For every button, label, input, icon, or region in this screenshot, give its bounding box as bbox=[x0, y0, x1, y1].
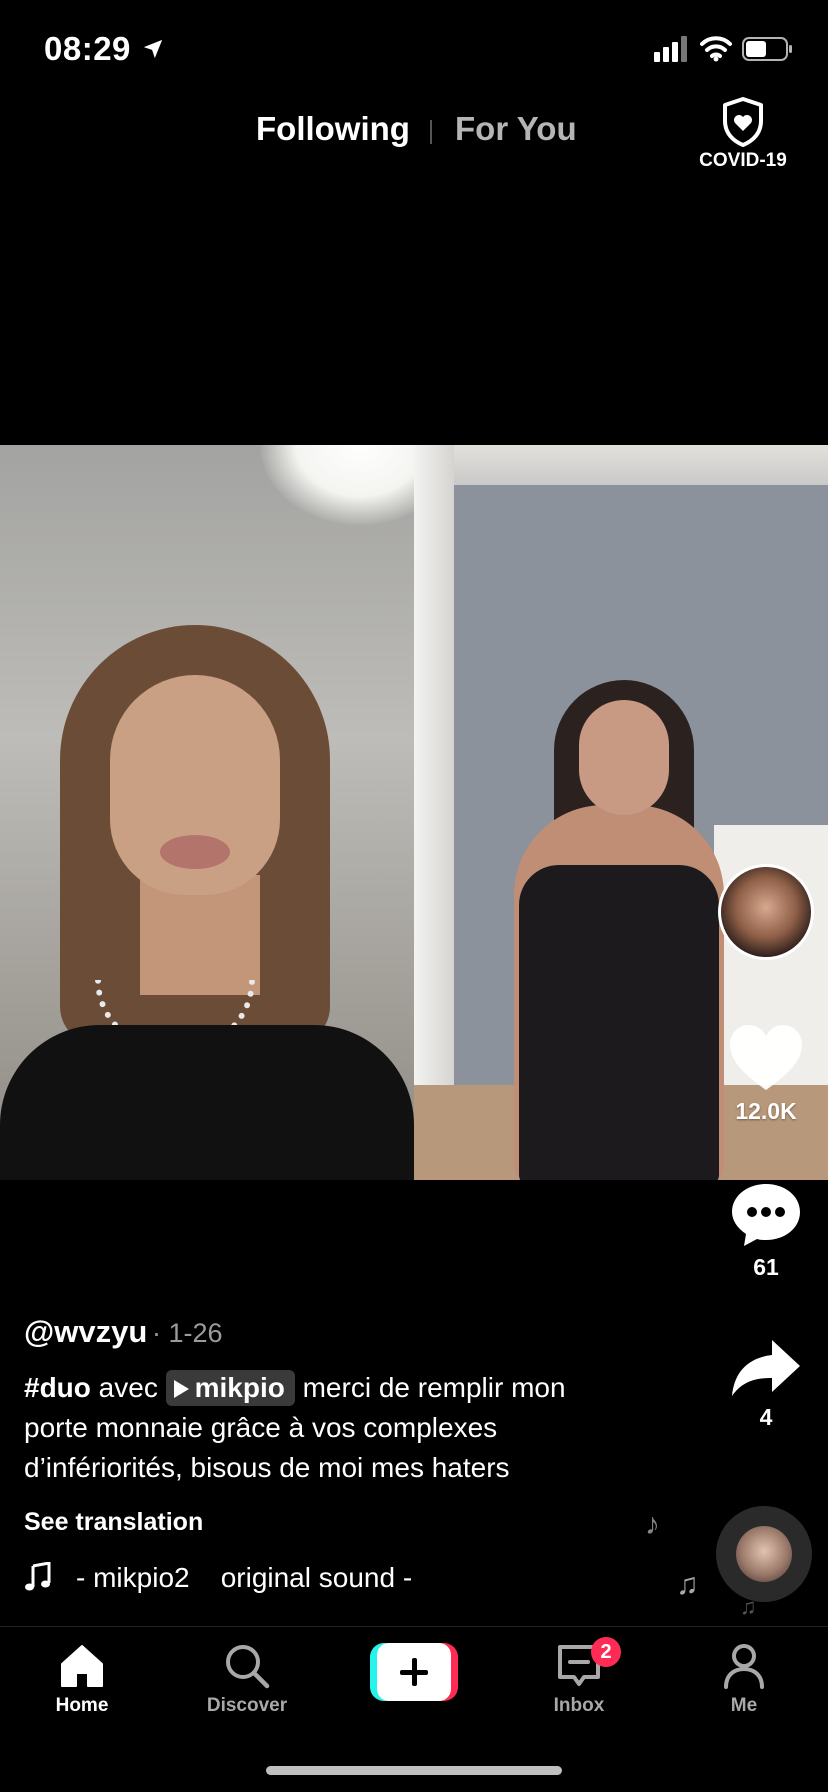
status-time: 08:29 bbox=[44, 30, 131, 67]
shield-heart-icon bbox=[723, 97, 763, 147]
inbox-badge: 2 bbox=[591, 1637, 621, 1667]
play-icon bbox=[173, 1380, 189, 1398]
cellular-signal-icon bbox=[654, 36, 687, 62]
sound-disc[interactable] bbox=[716, 1506, 812, 1602]
nav-inbox[interactable]: 2 Inbox bbox=[519, 1637, 639, 1717]
heart-icon bbox=[730, 1025, 802, 1090]
comment-bubble-icon bbox=[732, 1184, 800, 1246]
floating-note-icon: ♪ bbox=[645, 1508, 660, 1541]
nav-home-label: Home bbox=[55, 1695, 109, 1716]
location-arrow-icon bbox=[143, 39, 163, 59]
see-translation-link[interactable]: See translation bbox=[24, 1508, 203, 1537]
hashtag-link[interactable]: #duo bbox=[24, 1372, 91, 1403]
duet-user-chip[interactable]: mikpio bbox=[165, 1370, 295, 1406]
tab-divider bbox=[430, 120, 432, 144]
search-icon bbox=[226, 1645, 270, 1689]
duet-video[interactable] bbox=[0, 445, 828, 1180]
home-indicator[interactable] bbox=[266, 1766, 562, 1775]
nav-home[interactable]: Home bbox=[22, 1643, 142, 1717]
like-button[interactable]: 12.0K bbox=[718, 1024, 814, 1125]
share-arrow-icon bbox=[732, 1340, 800, 1396]
nav-discover[interactable]: Discover bbox=[187, 1643, 307, 1717]
like-count: 12.0K bbox=[735, 1098, 797, 1124]
author-handle[interactable]: @wvzyu bbox=[24, 1314, 147, 1350]
person-icon bbox=[724, 1644, 764, 1689]
post-caption: #duo avec mikpio merci de remplir mon po… bbox=[24, 1368, 624, 1488]
music-note-icon bbox=[25, 1562, 51, 1591]
covid-label: COVID-19 bbox=[699, 150, 787, 171]
battery-icon bbox=[742, 37, 792, 61]
tab-following[interactable]: Following bbox=[256, 110, 410, 148]
comment-count: 61 bbox=[753, 1254, 779, 1280]
duet-left-video bbox=[0, 445, 414, 1180]
sound-name[interactable]: - mikpio2 original sound - bbox=[76, 1562, 412, 1594]
creator-avatar[interactable] bbox=[718, 864, 814, 960]
duet-user-name: mikpio bbox=[194, 1372, 285, 1403]
post-date: · 1-26 bbox=[152, 1318, 223, 1348]
wifi-icon bbox=[700, 36, 732, 62]
nav-inbox-label: Inbox bbox=[553, 1695, 605, 1716]
caption-connector: avec bbox=[90, 1372, 166, 1403]
covid-button[interactable]: COVID-19 bbox=[688, 96, 798, 172]
create-button[interactable] bbox=[370, 1643, 458, 1701]
comment-button[interactable]: 61 bbox=[718, 1182, 814, 1281]
ceiling-light bbox=[260, 445, 414, 525]
share-count: 4 bbox=[759, 1404, 773, 1430]
floating-note-icon: ♫ bbox=[676, 1568, 699, 1601]
nav-me[interactable]: Me bbox=[684, 1643, 804, 1717]
nav-discover-label: Discover bbox=[206, 1695, 288, 1716]
share-button[interactable]: 4 bbox=[718, 1338, 814, 1431]
tab-for-you[interactable]: For You bbox=[455, 110, 577, 148]
home-icon bbox=[61, 1645, 103, 1687]
nav-me-label: Me bbox=[730, 1695, 758, 1716]
status-bar: 08:29 bbox=[0, 0, 828, 100]
sound-disc-cover bbox=[736, 1526, 792, 1582]
